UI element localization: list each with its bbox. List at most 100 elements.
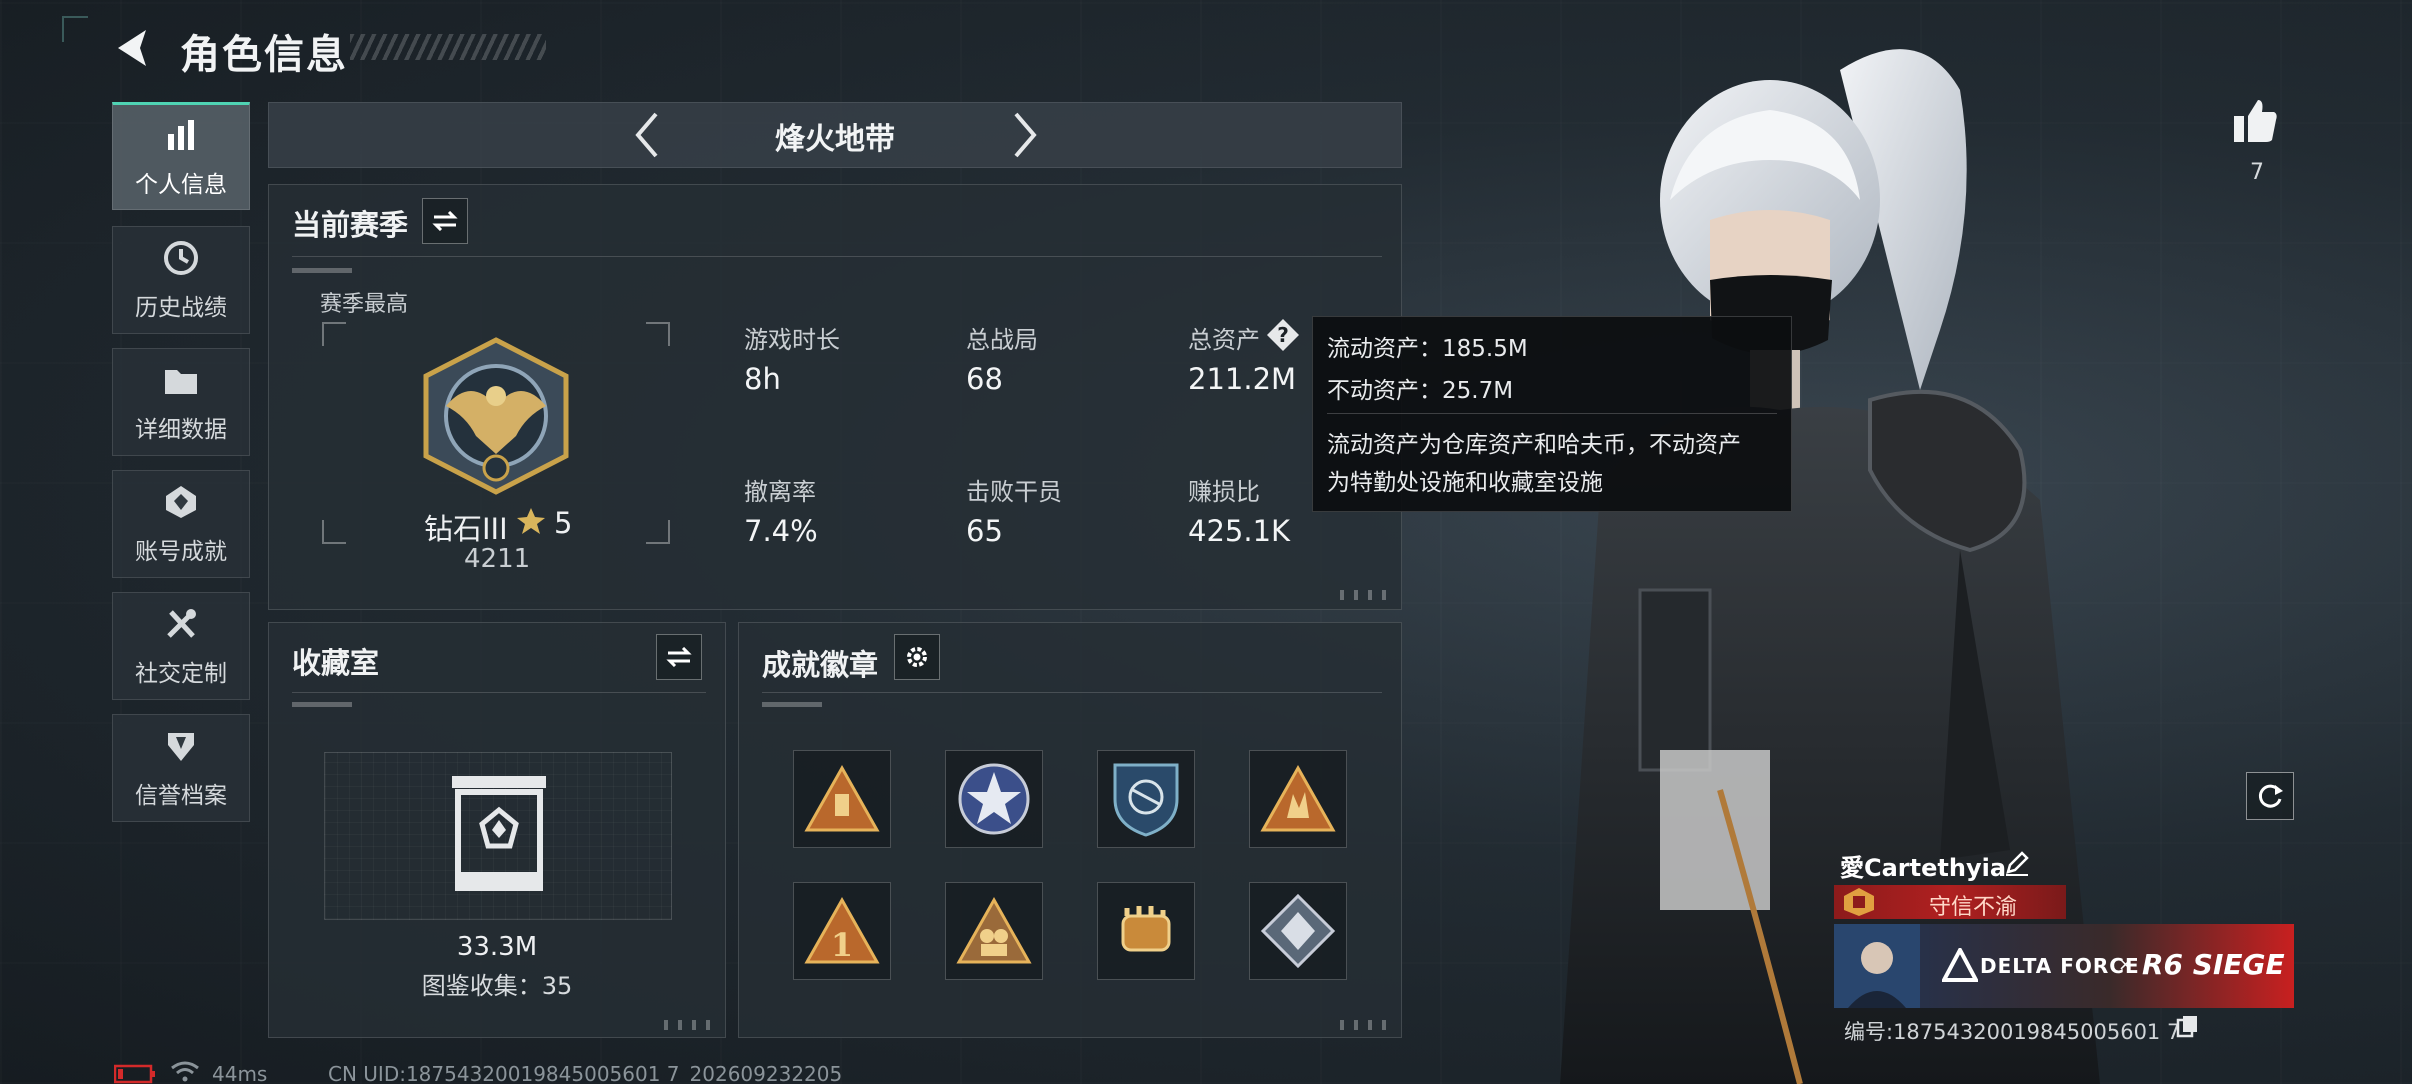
sidebar-item-label: 个人信息 xyxy=(135,172,227,198)
clock-icon xyxy=(161,238,201,278)
corner-mark xyxy=(62,16,88,42)
swap-collection-button[interactable] xyxy=(656,634,702,680)
collection-value: 33.3M xyxy=(456,932,538,962)
badge-shield-icon xyxy=(1113,763,1179,837)
sidebar-item-label: 社交定制 xyxy=(135,661,227,687)
edit-icon[interactable] xyxy=(2004,850,2030,876)
folder-icon xyxy=(161,360,201,400)
stat-label: 游戏时长 xyxy=(744,326,840,354)
sidebar-item-label: 信誉档案 xyxy=(135,783,227,809)
stat-value: 7.4% xyxy=(744,514,818,548)
help-icon[interactable]: ? xyxy=(1266,318,1300,352)
uid-text: CN UID:18754320019845005601 7_2026092322… xyxy=(328,1062,843,1084)
divider-dash xyxy=(292,702,352,707)
season-best-label: 赛季最高 xyxy=(320,292,409,317)
stat-value: 68 xyxy=(966,362,1003,396)
badge-triangle-icon xyxy=(956,896,1032,964)
stat-label: 击败干员 xyxy=(966,478,1062,506)
copy-icon[interactable] xyxy=(2176,1014,2200,1038)
corner-ticks xyxy=(1340,1020,1390,1030)
banner-r6-siege: R6 SIEGE xyxy=(2142,948,2285,981)
badge-8[interactable] xyxy=(1249,882,1347,980)
stat-value: 425.1K xyxy=(1188,514,1291,548)
back-arrow-icon[interactable] xyxy=(112,26,156,70)
refresh-icon xyxy=(2258,784,2283,808)
badge-2[interactable] xyxy=(945,750,1043,848)
stat-value: 65 xyxy=(966,514,1003,548)
badge-4[interactable] xyxy=(1249,750,1347,848)
sidebar-item-social[interactable]: 社交定制 xyxy=(112,592,250,700)
sidebar-item-label: 账号成就 xyxy=(135,539,227,565)
player-name: 愛Cartethyia xyxy=(1840,854,2007,882)
stat-value: 211.2M xyxy=(1188,362,1297,396)
collection-title: 收藏室 xyxy=(292,646,380,680)
collection-count: 图鉴收集：35 xyxy=(421,972,573,1000)
sidebar-item-reputation[interactable]: 信誉档案 xyxy=(112,714,250,822)
divider xyxy=(292,256,1382,257)
badge-6[interactable] xyxy=(945,882,1043,980)
sidebar-item-details[interactable]: 详细数据 xyxy=(112,348,250,456)
divider-dash xyxy=(762,702,822,707)
badge-3[interactable] xyxy=(1097,750,1195,848)
season-title: 当前赛季 xyxy=(292,208,409,242)
like-count: 7 xyxy=(2250,160,2264,185)
swap-icon xyxy=(432,211,458,231)
rank-points: 4211 xyxy=(464,544,531,574)
stat-label: 总战局 xyxy=(966,326,1038,354)
frame-corner xyxy=(646,322,670,346)
tooltip-divider xyxy=(1327,413,1777,414)
svg-text:1: 1 xyxy=(831,926,853,964)
thumbs-up-icon[interactable] xyxy=(2230,96,2280,146)
badge-triangle-icon xyxy=(1260,764,1336,832)
delta-force-logo-icon xyxy=(1942,948,1978,982)
corner-ticks xyxy=(1340,590,1390,600)
sidebar-item-label: 详细数据 xyxy=(135,417,227,443)
sidebar-item-history[interactable]: 历史战绩 xyxy=(112,226,250,334)
frame-corner xyxy=(322,520,346,544)
player-id: 编号:18754320019845005601 7 xyxy=(1844,1020,2181,1044)
ping-text: 44ms xyxy=(212,1062,268,1084)
rank-name: 钻石III xyxy=(424,512,508,546)
rank-stars: 5 xyxy=(554,506,573,540)
tooltip-liquid: 流动资产：185.5M xyxy=(1327,336,1528,362)
chevron-right-icon[interactable] xyxy=(1004,108,1044,162)
frame-corner xyxy=(646,520,670,544)
star-icon xyxy=(517,508,545,534)
badge-5[interactable]: 1 xyxy=(793,882,891,980)
tools-icon xyxy=(161,604,201,644)
divider-dash xyxy=(292,268,352,273)
stat-label: 撤离率 xyxy=(744,478,816,506)
sidebar-item-label: 历史战绩 xyxy=(135,295,227,321)
rank-emblem-icon xyxy=(423,337,569,495)
wifi-icon xyxy=(171,1061,199,1082)
achievement-icon xyxy=(161,482,201,522)
svg-text:?: ? xyxy=(1277,323,1289,347)
badge-triangle-icon xyxy=(804,764,880,832)
badge-1[interactable] xyxy=(793,750,891,848)
badge-settings-button[interactable] xyxy=(894,634,940,680)
rotate-view-button[interactable] xyxy=(2246,772,2294,820)
tooltip-desc-line2: 为特勤处设施和收藏室设施 xyxy=(1327,470,1603,496)
reputation-text: 守信不渝 xyxy=(1928,895,2017,920)
vault-icon xyxy=(452,776,546,891)
badge-triangle-icon: 1 xyxy=(804,896,880,964)
banner-delta-force: DELTA FORCE xyxy=(1980,954,2140,978)
battery-icon xyxy=(114,1064,155,1084)
sidebar-item-personal-info[interactable]: 个人信息 xyxy=(112,102,250,210)
badge-7[interactable] xyxy=(1097,882,1195,980)
assets-tooltip: 流动资产：185.5M 不动资产：25.7M 流动资产为仓库资产和哈夫币，不动资… xyxy=(1312,316,1792,512)
swap-icon xyxy=(666,647,692,667)
reputation-emblem-icon xyxy=(1844,888,1874,916)
stat-label: 赚损比 xyxy=(1188,478,1260,506)
frame-corner xyxy=(322,322,346,346)
bar-chart-icon xyxy=(161,115,201,155)
mode-name: 烽火地带 xyxy=(775,122,895,157)
corner-ticks xyxy=(664,1020,714,1030)
sidebar-item-achievements[interactable]: 账号成就 xyxy=(112,470,250,578)
page-title: 角色信息 xyxy=(180,32,348,78)
banner-separator: × xyxy=(2118,954,2134,975)
swap-season-button[interactable] xyxy=(422,198,468,244)
title-stripes xyxy=(350,34,546,60)
stat-label: 总资产 xyxy=(1188,326,1260,354)
badge-diamond-icon xyxy=(1260,893,1336,969)
